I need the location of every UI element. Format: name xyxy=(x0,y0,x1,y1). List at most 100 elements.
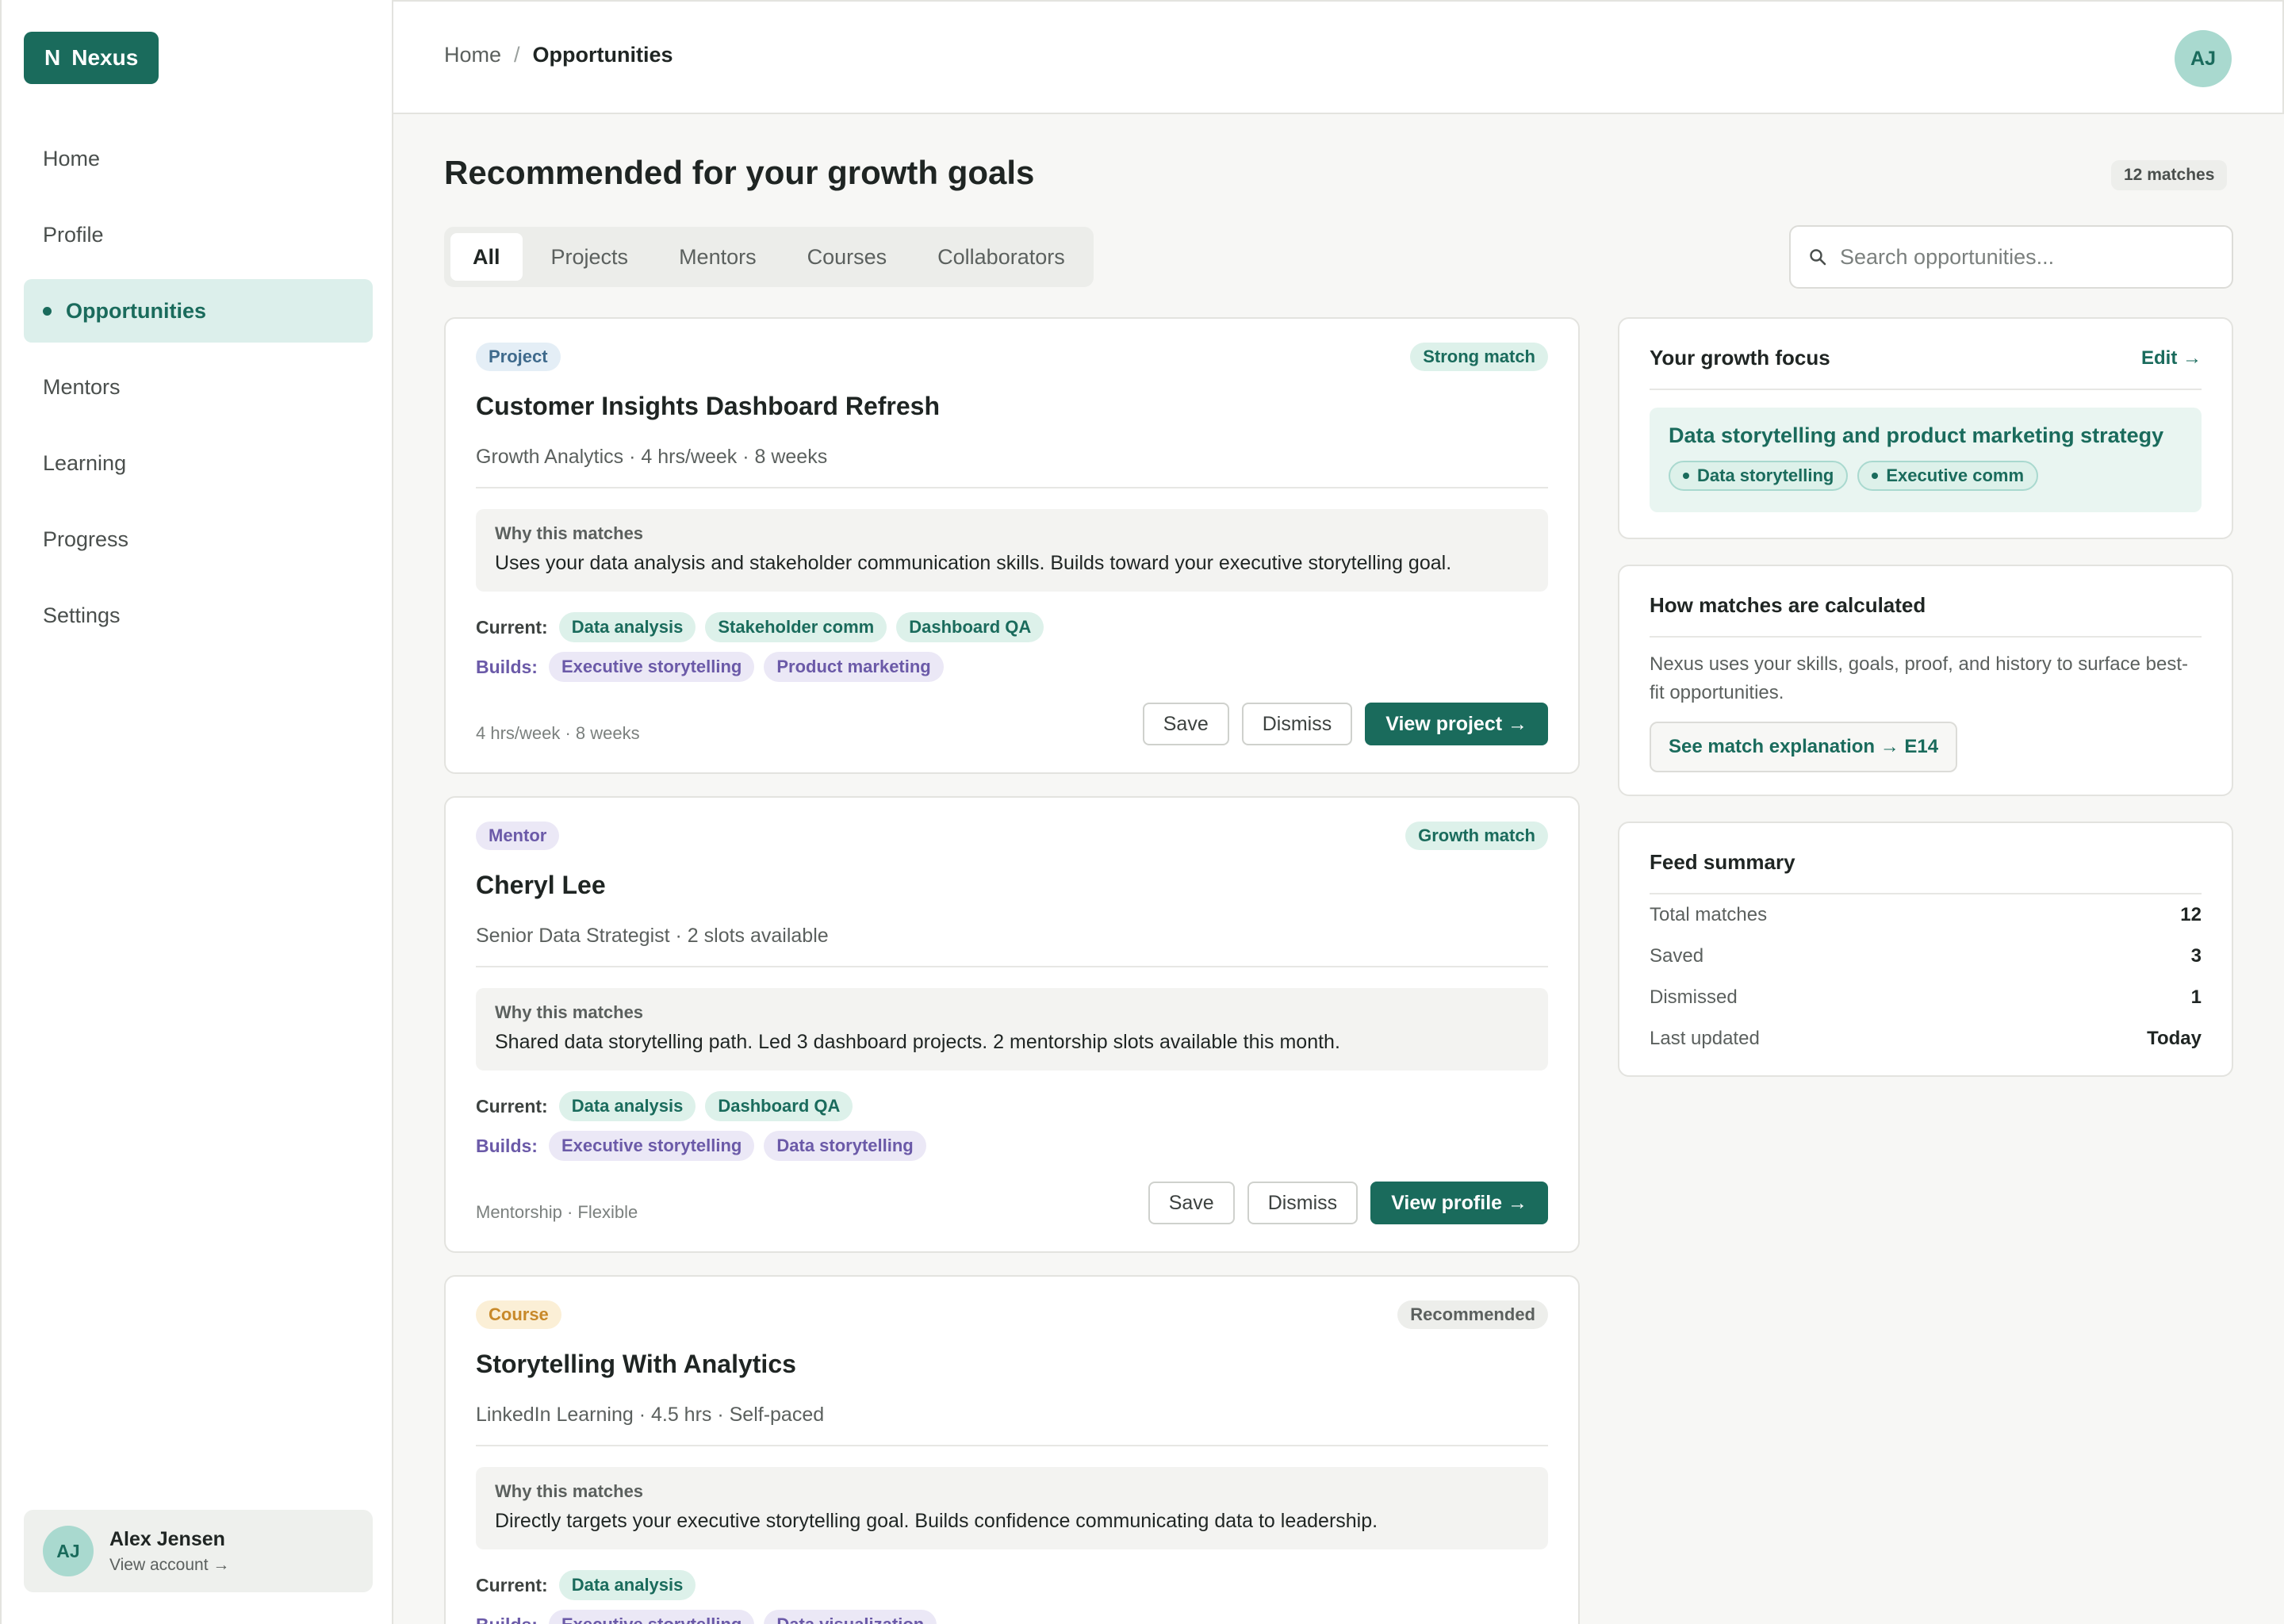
dismiss-button[interactable]: Dismiss xyxy=(1241,703,1353,745)
card-title[interactable]: Customer Insights Dashboard Refresh xyxy=(476,392,940,421)
summary-value: 12 xyxy=(2180,904,2202,925)
tab-projects[interactable]: Projects xyxy=(529,233,651,281)
feed-summary-panel: Feed summary Total matches 12 Saved 3 Di… xyxy=(1618,822,2233,1077)
builds-label: Builds: xyxy=(476,1135,538,1156)
sidebar-item-profile[interactable]: Profile xyxy=(24,203,373,266)
tab-courses[interactable]: Courses xyxy=(785,233,910,281)
dot-icon xyxy=(1683,473,1689,479)
save-button[interactable]: Save xyxy=(1142,703,1229,745)
current-skills-row: Current: Data analysis Dashboard QA xyxy=(476,1091,853,1121)
search-box[interactable] xyxy=(1789,225,2233,289)
summary-label: Last updated xyxy=(1650,1028,1760,1049)
opportunity-card-mentor[interactable]: Mentor Growth match Cheryl Lee Senior Da… xyxy=(444,796,1580,1253)
why-text: Uses your data analysis and stakeholder … xyxy=(495,552,1452,574)
why-label: Why this matches xyxy=(495,1002,644,1022)
breadcrumb: Home / Opportunities xyxy=(444,43,673,67)
view-profile-button[interactable]: View profile → xyxy=(1370,1182,1548,1224)
search-icon xyxy=(1810,249,1826,266)
view-account-link[interactable]: View account → xyxy=(109,1556,229,1575)
card-footer-meta: Mentorship · Flexible xyxy=(476,1202,638,1222)
focus-tags: Data storytelling Executive comm xyxy=(1669,461,2182,491)
sidebar-item-mentors[interactable]: Mentors xyxy=(24,355,373,419)
summary-row-dismissed: Dismissed 1 xyxy=(1650,986,2202,1009)
current-label: Current: xyxy=(476,616,548,638)
logo-mark: N xyxy=(44,45,61,70)
match-badge: Growth match xyxy=(1405,822,1548,850)
divider xyxy=(476,966,1548,967)
current-skills-row: Current: Data analysis xyxy=(476,1570,696,1600)
how-matches-text: Nexus uses your skills, goals, proof, an… xyxy=(1650,653,2188,703)
opportunity-card-project[interactable]: Project Strong match Customer Insights D… xyxy=(444,317,1580,774)
breadcrumb-home[interactable]: Home xyxy=(444,43,501,67)
panel-title: How matches are calculated xyxy=(1650,593,1926,617)
card-actions: Save Dismiss View project → xyxy=(1142,703,1548,745)
skill-tag: Executive storytelling xyxy=(548,652,755,682)
account-card[interactable]: AJ Alex Jensen View account → xyxy=(24,1510,373,1592)
sidebar: N Nexus Home Profile Opportunities Mento… xyxy=(0,0,393,1624)
how-matches-panel: How matches are calculated Nexus uses yo… xyxy=(1618,565,2233,796)
divider xyxy=(1650,389,2202,390)
type-badge: Course xyxy=(476,1300,561,1329)
current-skills-row: Current: Data analysis Stakeholder comm … xyxy=(476,612,1044,642)
breadcrumb-current: Opportunities xyxy=(532,43,673,67)
sidebar-item-settings[interactable]: Settings xyxy=(24,584,373,647)
card-meta: Growth Analytics · 4 hrs/week · 8 weeks xyxy=(476,446,828,468)
logo-text: Nexus xyxy=(71,45,139,70)
save-button[interactable]: Save xyxy=(1148,1182,1235,1224)
card-title[interactable]: Cheryl Lee xyxy=(476,871,606,900)
sidebar-item-home[interactable]: Home xyxy=(24,127,373,190)
tab-all[interactable]: All xyxy=(450,233,523,281)
dismiss-button[interactable]: Dismiss xyxy=(1247,1182,1359,1224)
sidebar-item-opportunities[interactable]: Opportunities xyxy=(24,279,373,343)
avatar: AJ xyxy=(43,1526,94,1576)
opportunity-card-course[interactable]: Course Recommended Storytelling With Ana… xyxy=(444,1275,1580,1624)
current-label: Current: xyxy=(476,1095,548,1116)
edit-link[interactable]: Edit → xyxy=(2141,347,2202,370)
card-actions: Save Dismiss View profile → xyxy=(1148,1182,1548,1224)
skill-tag: Data storytelling xyxy=(764,1131,926,1161)
why-text: Directly targets your executive storytel… xyxy=(495,1510,1378,1532)
why-this-matches: Why this matches Shared data storytellin… xyxy=(476,988,1548,1071)
summary-value: 1 xyxy=(2190,986,2202,1008)
top-header: Home / Opportunities AJ xyxy=(393,0,2284,114)
sidebar-item-label: Mentors xyxy=(43,374,121,399)
divider xyxy=(476,487,1548,488)
growth-focus-box: Data storytelling and product marketing … xyxy=(1650,408,2202,512)
builds-label: Builds: xyxy=(476,1614,538,1624)
divider xyxy=(1650,636,2202,638)
match-badge: Strong match xyxy=(1410,343,1548,371)
why-text: Shared data storytelling path. Led 3 das… xyxy=(495,1031,1340,1053)
panel-title: Feed summary xyxy=(1650,850,1795,874)
tab-mentors[interactable]: Mentors xyxy=(657,233,779,281)
header-avatar[interactable]: AJ xyxy=(2175,30,2232,87)
skill-tag: Data visualization xyxy=(764,1610,937,1624)
card-footer-meta: 4 hrs/week · 8 weeks xyxy=(476,723,640,743)
summary-row-saved: Saved 3 xyxy=(1650,945,2202,967)
current-label: Current: xyxy=(476,1574,548,1595)
see-match-explanation-button[interactable]: See match explanation → E14 xyxy=(1650,722,1958,772)
growth-focus-text: Data storytelling and product marketing … xyxy=(1669,423,2164,447)
sidebar-item-learning[interactable]: Learning xyxy=(24,431,373,495)
page-title: Recommended for your growth goals xyxy=(444,154,1035,191)
skill-tag: Dashboard QA xyxy=(705,1091,853,1121)
summary-value: Today xyxy=(2147,1028,2202,1049)
card-title[interactable]: Storytelling With Analytics xyxy=(476,1350,796,1379)
focus-tag-label: Data storytelling xyxy=(1697,465,1834,485)
logo[interactable]: N Nexus xyxy=(24,32,159,84)
growth-focus-panel: Your growth focus Edit → Data storytelli… xyxy=(1618,317,2233,539)
builds-skills-row: Builds: Executive storytelling Data stor… xyxy=(476,1131,926,1161)
sidebar-item-label: Progress xyxy=(43,527,129,551)
view-project-button[interactable]: View project → xyxy=(1365,703,1548,745)
filter-tabs: All Projects Mentors Courses Collaborato… xyxy=(444,227,1094,287)
summary-row-updated: Last updated Today xyxy=(1650,1028,2202,1050)
focus-tag-label: Executive comm xyxy=(1886,465,2025,485)
search-input[interactable] xyxy=(1840,244,2205,270)
skill-tag: Product marketing xyxy=(764,652,944,682)
skill-tag: Data analysis xyxy=(558,1091,696,1121)
why-label: Why this matches xyxy=(495,523,644,543)
divider xyxy=(476,1445,1548,1446)
builds-skills-row: Builds: Executive storytelling Data visu… xyxy=(476,1610,937,1624)
tab-collaborators[interactable]: Collaborators xyxy=(915,233,1087,281)
sidebar-item-progress[interactable]: Progress xyxy=(24,508,373,571)
sidebar-item-label: Learning xyxy=(43,450,127,475)
